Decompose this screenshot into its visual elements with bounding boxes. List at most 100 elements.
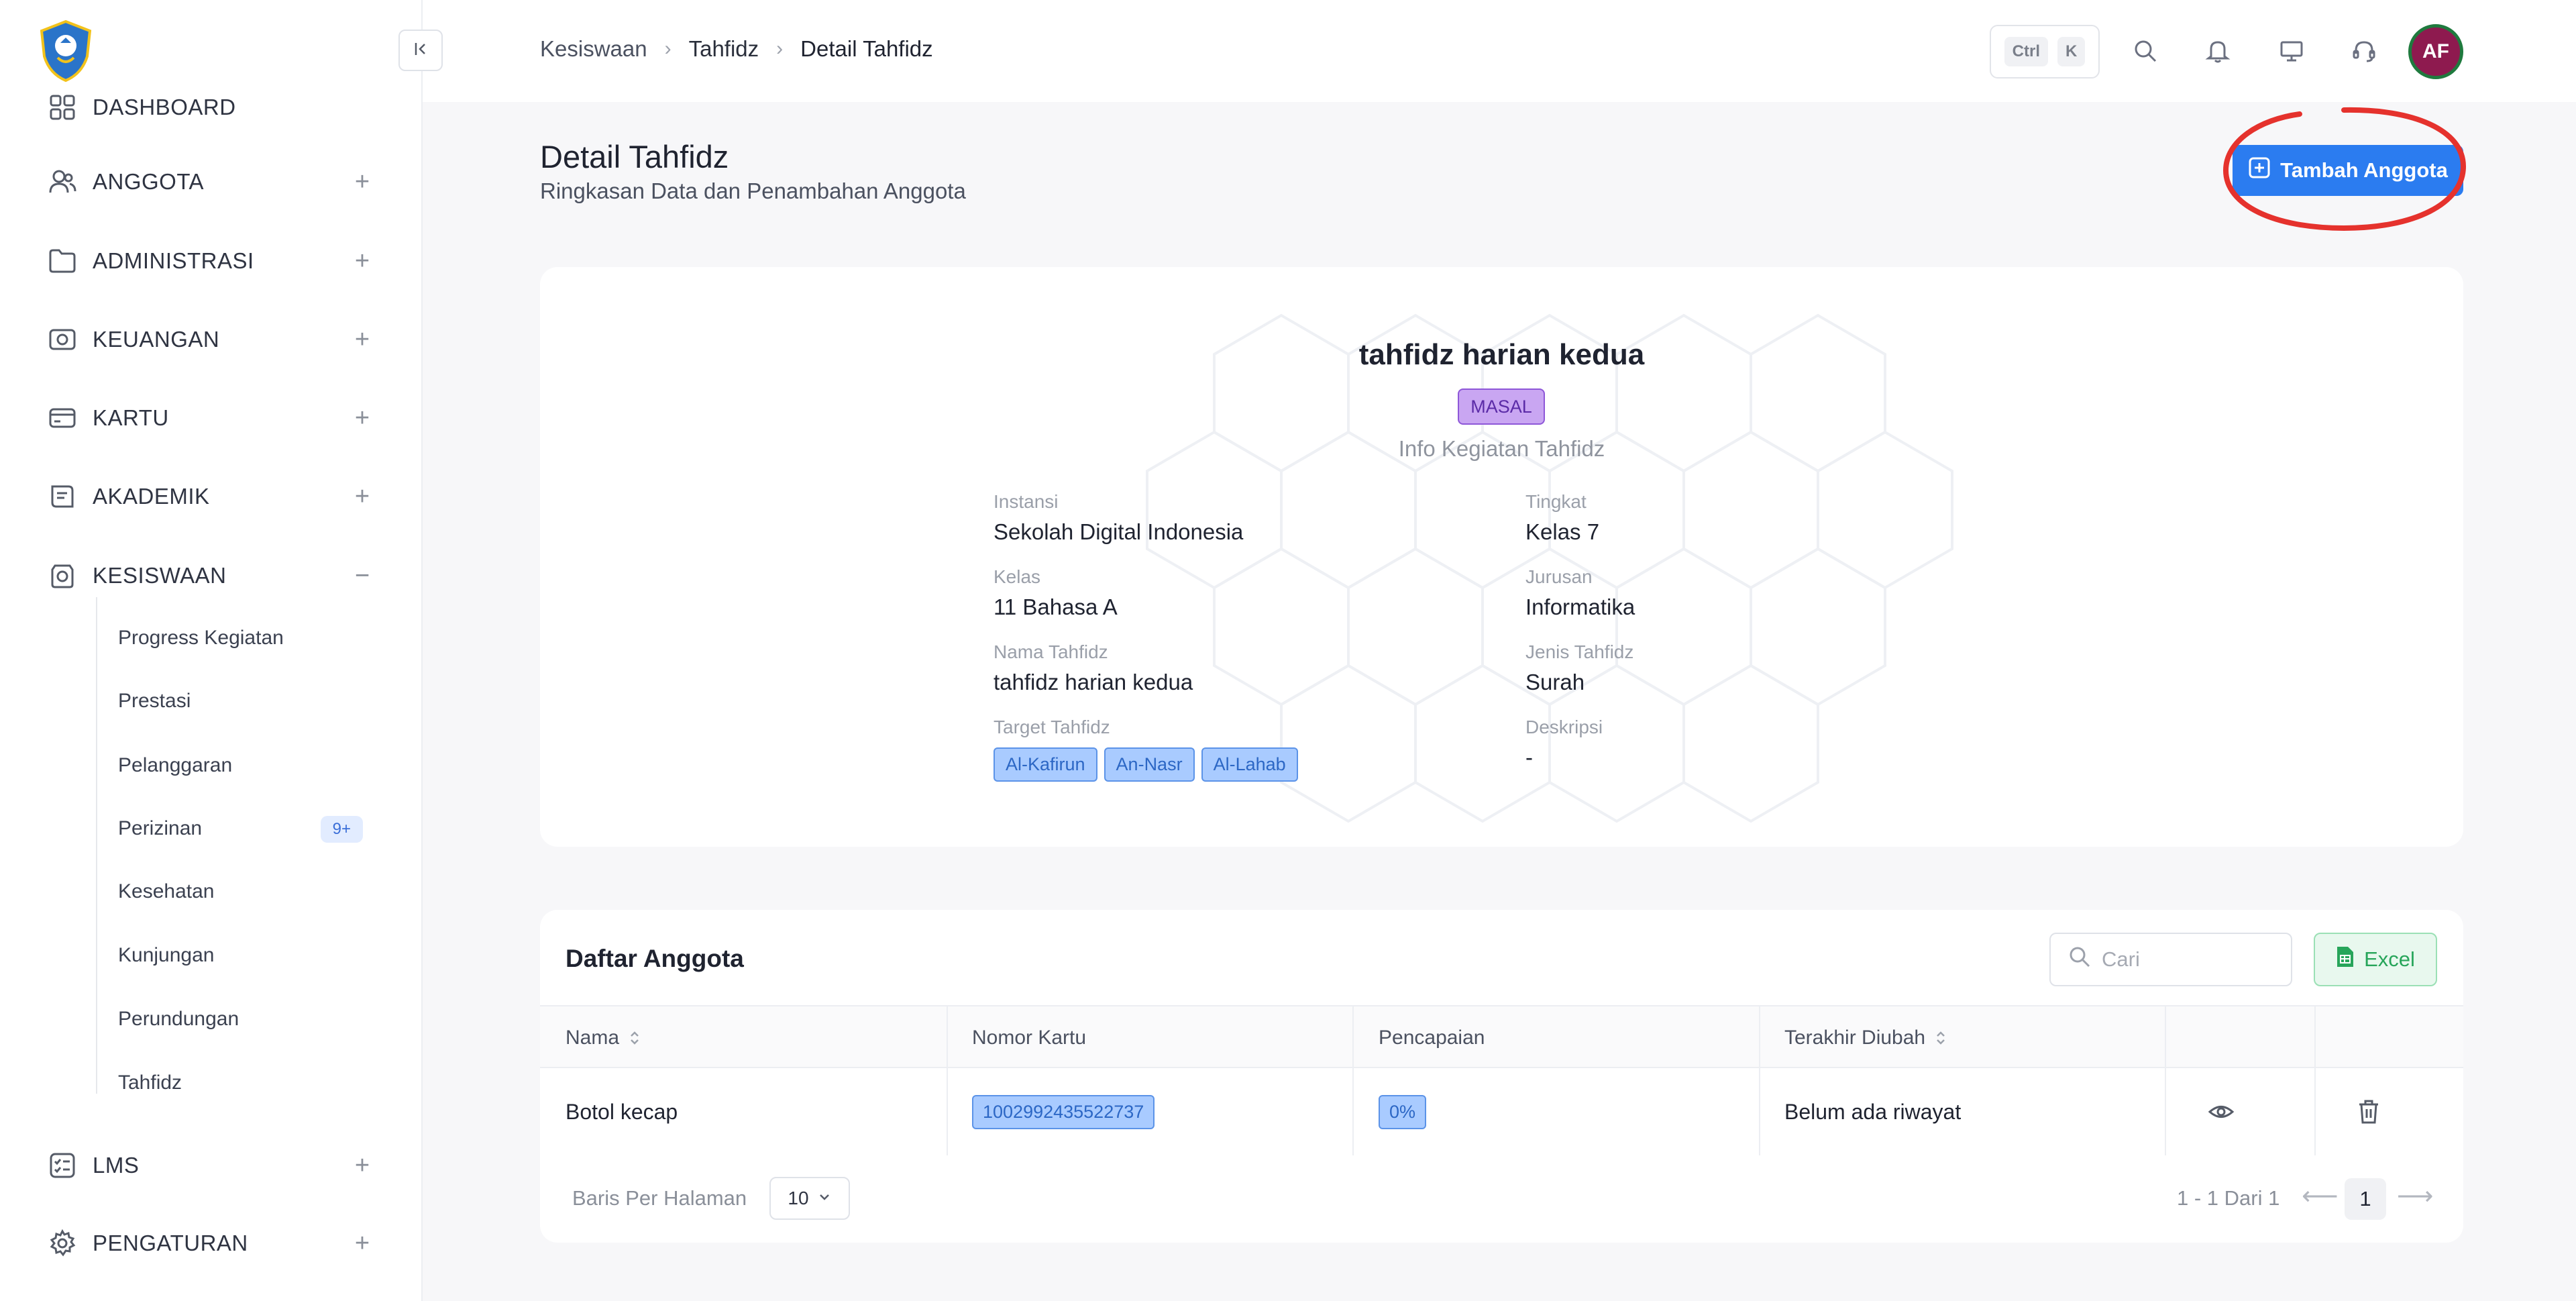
expand-icon[interactable]: + (349, 482, 376, 511)
sidebar-subitem-perundungan[interactable]: Perundungan (118, 996, 366, 1043)
sidebar-item-label: AKADEMIK (93, 484, 210, 509)
cell-nomor-kartu: 1002992435522737 (972, 1068, 1155, 1155)
collapse-sidebar-button[interactable] (398, 30, 443, 71)
sidebar-subitem-label: Perizinan (118, 817, 203, 839)
column-header-nomor-kartu: Nomor Kartu (972, 1027, 1087, 1049)
column-header-nama[interactable]: Nama (566, 1006, 641, 1070)
rows-per-page-label: Baris Per Halaman (572, 1186, 747, 1210)
sidebar-subitem-prestasi[interactable]: Prestasi (118, 678, 366, 725)
page-number-current[interactable]: 1 (2345, 1178, 2386, 1220)
trash-icon[interactable] (2357, 1068, 2381, 1155)
sidebar-item-dashboard[interactable]: DASHBOARD (47, 81, 376, 134)
sidebar-item-anggota[interactable]: ANGGOTA + (47, 158, 376, 205)
field-value: Sekolah Digital Indonesia (994, 519, 1244, 544)
search-input[interactable]: Cari (2049, 933, 2292, 986)
info-subtitle: Info Kegiatan Tahfidz (1398, 436, 1605, 461)
sidebar-item-lms[interactable]: LMS + (47, 1142, 376, 1189)
field-label: Jurusan (1525, 566, 1593, 587)
chevron-right-icon: › (776, 38, 784, 60)
search-icon[interactable] (2127, 32, 2164, 70)
page-title: Detail Tahfidz (540, 139, 729, 174)
field-deskripsi: Deskripsi - (1525, 717, 1603, 770)
field-jurusan: Jurusan Informatika (1525, 566, 1635, 620)
export-excel-button[interactable]: Excel (2314, 933, 2437, 986)
arrow-right-icon[interactable]: ⟶ (2397, 1181, 2433, 1211)
sidebar-item-administrasi[interactable]: ADMINISTRASI + (47, 238, 376, 284)
column-divider (2165, 1006, 2166, 1070)
expand-icon[interactable]: + (349, 247, 376, 275)
page-subtitle: Ringkasan Data dan Penambahan Anggota (540, 178, 966, 203)
table-footer: Baris Per Halaman 10 1 - 1 Dari 1 ⟵ 1 ⟶ (540, 1162, 2463, 1236)
expand-icon[interactable]: + (349, 168, 376, 196)
field-label: Tingkat (1525, 491, 1587, 512)
sidebar-subitem-kesehatan[interactable]: Kesehatan (118, 868, 366, 915)
checklist-icon (47, 1150, 78, 1181)
type-badge: MASAL (1458, 388, 1545, 425)
column-divider (2314, 1068, 2316, 1155)
gear-icon (47, 1228, 78, 1259)
submenu-rail (96, 597, 97, 1094)
column-header-terakhir-diubah[interactable]: Terakhir Diubah (1784, 1006, 1947, 1070)
rows-per-page-value: 10 (788, 1188, 809, 1208)
sidebar-item-akademik[interactable]: AKADEMIK + (47, 473, 376, 520)
collapse-icon[interactable]: − (349, 562, 376, 590)
kbd-ctrl: Ctrl (2004, 37, 2048, 66)
sidebar-item-label: KARTU (93, 405, 169, 430)
expand-icon[interactable]: + (349, 1229, 376, 1257)
book-icon (47, 481, 78, 512)
notification-badge: 9+ (320, 816, 363, 843)
eye-icon[interactable] (2208, 1068, 2235, 1155)
sidebar-subitem-progress-kegiatan[interactable]: Progress Kegiatan (118, 615, 366, 662)
sidebar-item-kesiswaan[interactable]: KESISWAAN − (47, 552, 376, 599)
sidebar-subitem-kunjungan[interactable]: Kunjungan (118, 932, 366, 979)
field-label: Jenis Tahfidz (1525, 641, 1634, 662)
sidebar-subitem-perizinan[interactable]: Perizinan 9+ (118, 805, 366, 852)
folder-icon (47, 246, 78, 276)
column-divider (1352, 1068, 1354, 1155)
field-label: Kelas (994, 566, 1041, 587)
headset-icon[interactable] (2345, 32, 2383, 70)
excel-label: Excel (2364, 947, 2415, 971)
sidebar-subitem-tahfidz[interactable]: Tahfidz (118, 1059, 366, 1106)
users-icon (47, 166, 78, 197)
sidebar-item-label: DASHBOARD (93, 95, 236, 119)
command-palette-shortcut[interactable]: Ctrl K (1990, 25, 2100, 79)
rows-per-page-select[interactable]: 10 (769, 1177, 850, 1220)
chevron-right-icon: › (664, 38, 672, 60)
sidebar-item-kartu[interactable]: KARTU + (47, 395, 376, 441)
bell-icon[interactable] (2199, 32, 2237, 70)
sort-icon[interactable] (629, 1029, 641, 1047)
monitor-icon[interactable] (2273, 32, 2310, 70)
field-instansi: Instansi Sekolah Digital Indonesia (994, 491, 1243, 545)
field-label: Deskripsi (1525, 717, 1603, 737)
breadcrumb-tahfidz[interactable]: Tahfidz (689, 36, 759, 62)
members-title: Daftar Anggota (566, 945, 744, 972)
expand-icon[interactable]: + (349, 404, 376, 432)
column-divider (1759, 1006, 1760, 1070)
expand-icon[interactable]: + (349, 1151, 376, 1180)
field-label: Nama Tahfidz (994, 641, 1108, 662)
breadcrumb-kesiswaan[interactable]: Kesiswaan (540, 36, 647, 62)
card-number-tag: 1002992435522737 (972, 1094, 1155, 1129)
expand-icon[interactable]: + (349, 325, 376, 354)
tahfidz-title: tahfidz harian kedua (1358, 338, 1645, 371)
arrow-left-icon[interactable]: ⟵ (2302, 1181, 2338, 1211)
field-value: tahfidz harian kedua (994, 670, 1193, 694)
user-avatar[interactable]: AF (2408, 24, 2463, 79)
student-icon (47, 560, 78, 591)
field-value: Surah (1525, 670, 1585, 694)
sidebar: DASHBOARD ANGGOTA + ADMINISTRASI + KEUAN… (0, 0, 423, 1301)
field-value: 11 Bahasa A (994, 594, 1118, 619)
sidebar-item-keuangan[interactable]: KEUANGAN + (47, 316, 376, 363)
sidebar-item-pengaturan[interactable]: PENGATURAN + (47, 1220, 376, 1267)
field-jenis-tahfidz: Jenis Tahfidz Surah (1525, 641, 1633, 695)
column-divider (2314, 1006, 2316, 1070)
sidebar-subitem-pelanggaran[interactable]: Pelanggaran (118, 742, 366, 789)
members-card: Daftar Anggota Cari Excel Nama Nomor Kar… (540, 910, 2463, 1243)
target-tag: Al-Lahab (1201, 747, 1298, 782)
money-icon (47, 324, 78, 355)
add-member-button[interactable]: Tambah Anggota (2233, 145, 2463, 196)
sort-icon[interactable] (1935, 1029, 1947, 1047)
card-icon (47, 403, 78, 433)
collapse-left-icon (411, 39, 431, 62)
